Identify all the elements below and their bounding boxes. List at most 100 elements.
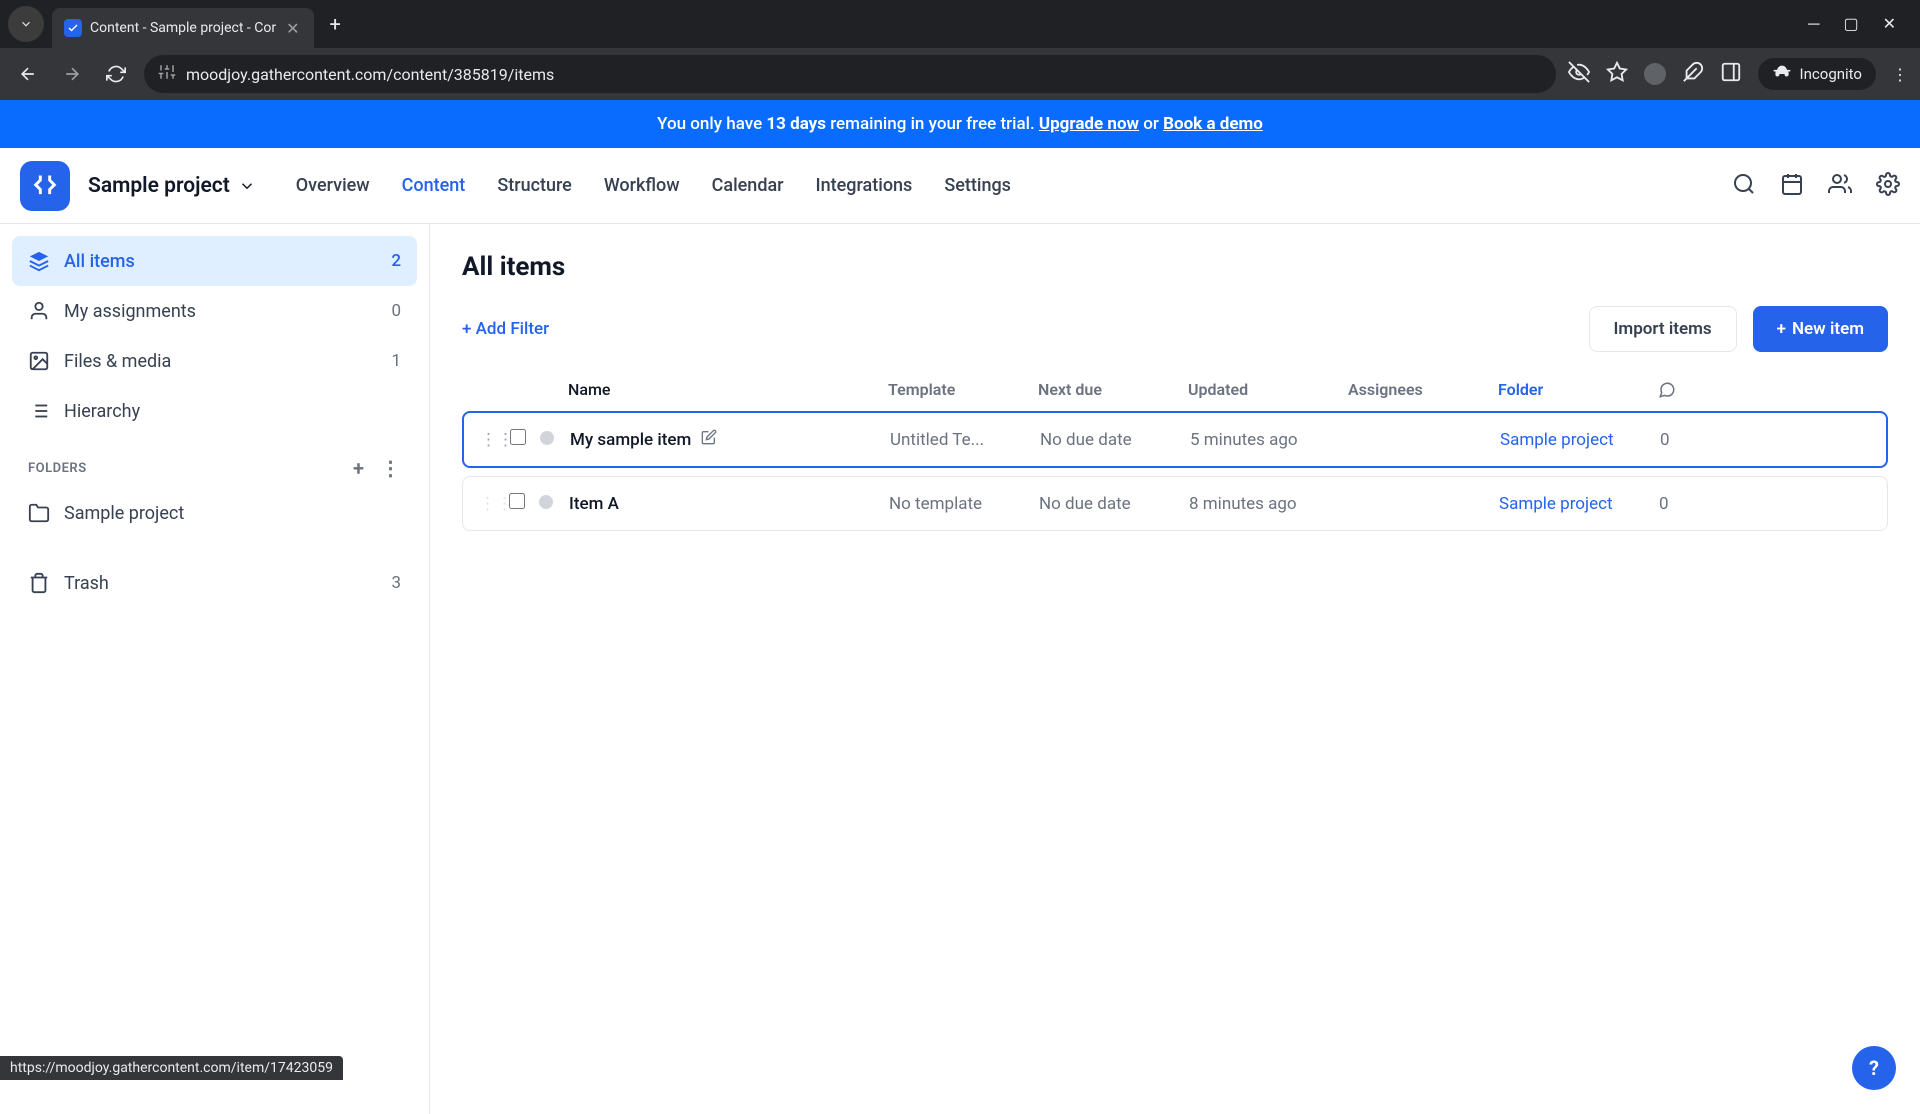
trial-days: 13 days [766,114,826,134]
drag-handle-icon[interactable]: ⋮⋮ [480,430,510,450]
add-filter-button[interactable]: + Add Filter [462,319,549,339]
url-text: moodjoy.gathercontent.com/content/385819… [186,65,554,84]
close-window-icon[interactable]: ✕ [1883,14,1896,34]
item-name: Item A [569,494,619,514]
content-area: All items + Add Filter Import items + Ne… [430,224,1920,1114]
nav-tab-structure[interactable]: Structure [497,167,572,204]
incognito-badge[interactable]: Incognito [1758,58,1876,90]
tab-search-dropdown[interactable] [8,6,44,42]
search-icon[interactable] [1732,172,1756,200]
sidebar-item-label: My assignments [64,301,196,322]
app-logo-icon[interactable] [20,161,70,211]
sidebar-item-count: 1 [391,351,401,371]
reload-button[interactable] [100,58,132,90]
folder-menu-icon[interactable]: ⋮ [381,456,402,480]
drag-handle-icon[interactable]: ⋮⋮ [479,494,509,514]
back-button[interactable] [12,58,44,90]
table-row[interactable]: ⋮⋮ Item A No template No due date 8 minu… [462,476,1888,531]
app-header: Sample project Overview Content Structur… [0,148,1920,224]
item-folder[interactable]: Sample project [1500,430,1660,450]
sidebar-item-trash[interactable]: Trash 3 [12,558,417,608]
incognito-label: Incognito [1800,65,1862,83]
new-item-button[interactable]: + New item [1753,306,1888,352]
sidebar-item-count: 2 [391,251,401,271]
sidebar-item-my-assignments[interactable]: My assignments 0 [12,286,417,336]
url-bar[interactable]: moodjoy.gathercontent.com/content/385819… [144,55,1556,93]
item-comments: 0 [1660,430,1700,450]
sidebar-item-hierarchy[interactable]: Hierarchy [12,386,417,436]
image-icon [28,350,50,372]
trial-or: or [1139,114,1163,134]
browser-chrome: Content - Sample project - Cor ✕ + ─ ▢ ✕… [0,0,1920,100]
col-header-updated[interactable]: Updated [1188,380,1348,399]
col-header-name[interactable]: Name [568,380,888,399]
trial-middle: remaining in your free trial. [826,114,1039,134]
main-layout: All items 2 My assignments 0 Files & med… [0,224,1920,1114]
people-icon[interactable] [1828,172,1852,200]
sidebar-item-label: Hierarchy [64,401,140,422]
site-settings-icon[interactable] [158,63,176,85]
edit-pencil-icon[interactable] [701,429,717,450]
nav-tab-workflow[interactable]: Workflow [604,167,680,204]
sidebar: All items 2 My assignments 0 Files & med… [0,224,430,1114]
col-header-nextdue[interactable]: Next due [1038,380,1188,399]
trial-banner: You only have 13 days remaining in your … [0,100,1920,148]
item-comments: 0 [1659,494,1699,514]
trash-icon [28,572,50,594]
item-template: No template [889,494,1039,514]
sidebar-item-count: 0 [391,301,401,321]
table-row[interactable]: ⋮⋮ My sample item Untitled Te... No due … [462,411,1888,468]
window-controls: ─ ▢ ✕ [1808,14,1912,34]
toolbar-icons: Incognito ⋮ [1568,58,1908,90]
sidebar-item-label: Sample project [64,503,184,524]
chevron-down-icon [238,177,256,195]
nav-tab-content[interactable]: Content [402,167,466,204]
tab-bar: Content - Sample project - Cor ✕ + ─ ▢ ✕ [0,0,1920,48]
col-header-template[interactable]: Template [888,380,1038,399]
forward-button[interactable] [56,58,88,90]
upgrade-link[interactable]: Upgrade now [1039,114,1139,134]
content-toolbar: + Add Filter Import items + New item [462,306,1888,352]
sidebar-item-files-media[interactable]: Files & media 1 [12,336,417,386]
sidebar-folder-sample-project[interactable]: Sample project [12,488,417,538]
status-dot-icon [540,431,554,445]
project-selector[interactable]: Sample project [88,174,256,198]
item-folder[interactable]: Sample project [1499,494,1659,514]
import-items-button[interactable]: Import items [1589,306,1737,352]
nav-tab-overview[interactable]: Overview [296,167,370,204]
maximize-icon[interactable]: ▢ [1843,14,1858,34]
col-header-comments[interactable] [1658,380,1698,399]
extensions-icon[interactable] [1682,61,1704,87]
nav-tab-calendar[interactable]: Calendar [712,167,784,204]
new-tab-button[interactable]: + [330,12,341,36]
item-template: Untitled Te... [890,430,1040,450]
help-button[interactable]: ? [1852,1046,1896,1090]
calendar-icon[interactable] [1780,172,1804,200]
settings-gear-icon[interactable] [1876,172,1900,200]
tab-close-icon[interactable]: ✕ [284,17,301,40]
nav-tab-settings[interactable]: Settings [944,167,1011,204]
row-checkbox[interactable] [510,429,526,445]
tab-favicon-icon [64,19,82,37]
profile-icon[interactable] [1644,63,1666,85]
list-icon [28,400,50,422]
sidepanel-icon[interactable] [1720,61,1742,87]
item-updated: 8 minutes ago [1189,494,1349,514]
trial-prefix: You only have [657,114,766,134]
minimize-icon[interactable]: ─ [1808,14,1819,34]
add-folder-icon[interactable]: + [353,456,365,480]
col-header-folder[interactable]: Folder [1498,380,1658,399]
menu-dots-icon[interactable]: ⋮ [1892,65,1908,84]
item-nextdue: No due date [1040,430,1190,450]
book-demo-link[interactable]: Book a demo [1163,114,1263,134]
item-updated: 5 minutes ago [1190,430,1350,450]
sidebar-item-all-items[interactable]: All items 2 [12,236,417,286]
eye-off-icon[interactable] [1568,61,1590,87]
browser-tab[interactable]: Content - Sample project - Cor ✕ [52,8,314,48]
col-header-assignees[interactable]: Assignees [1348,380,1498,399]
plus-icon: + [1777,319,1786,339]
nav-tab-integrations[interactable]: Integrations [816,167,913,204]
nav-tabs: Overview Content Structure Workflow Cale… [296,167,1011,204]
bookmark-star-icon[interactable] [1606,61,1628,87]
header-actions [1732,172,1900,200]
